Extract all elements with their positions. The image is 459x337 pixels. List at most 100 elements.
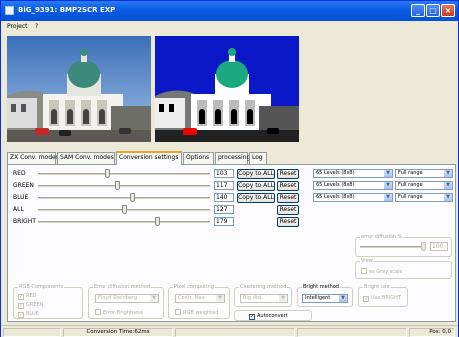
chevron-down-icon: ▼ [384,182,392,189]
green-levels-value: 65 Levels (8x8) [316,182,355,188]
grey-scale-checkbox[interactable]: as Grey scale [361,268,403,275]
blue-reset-button[interactable]: Reset [277,193,299,203]
green-value-field[interactable]: 117 [214,181,234,190]
status-panel-3 [175,328,295,337]
green-reset-button[interactable]: Reset [277,181,299,191]
original-image-preview [7,36,151,142]
maximize-button[interactable]: □ [426,4,440,17]
all-value-field[interactable]: 127 [214,205,234,214]
blue-value-field[interactable]: 140 [214,193,234,202]
checkmark-icon: ✓ [249,314,255,320]
view-group: View as Grey scale [355,258,452,279]
app-window: BiG_9391: BMP2SCR EXP _ □ × Project ? ZX… [0,0,459,337]
blue-range-select[interactable]: Full range ▼ [395,193,453,202]
blue-levels-value: 65 Levels (8x8) [316,194,355,200]
error-diffusion-method-group: Error diffusion method Floyd Steinberg ▼ … [88,284,164,319]
rgb-green-checkbox[interactable]: ✓ GREEN [18,302,43,309]
tab-log[interactable]: Log [249,152,267,164]
pixel-computing-select[interactable]: Contr. Max ▼ [175,294,225,303]
title-bar[interactable]: BiG_9391: BMP2SCR EXP _ □ × [1,1,458,21]
close-button[interactable]: × [441,4,455,17]
error-diffusion-percent-title: error diffusion % [360,234,404,240]
bright-method-select[interactable]: Intelligent ▼ [302,294,348,303]
red-reset-button[interactable]: Reset [277,169,299,179]
blue-range-value: Full range [398,194,423,200]
rgb-weighted-checkbox[interactable]: RGB weighted [175,309,218,316]
checkbox-box [361,268,367,274]
red-slider-label: RED [13,170,26,177]
green-slider[interactable] [38,181,210,191]
error-diffusion-slider[interactable] [360,242,426,252]
checkmark-icon: ✓ [363,296,369,302]
tab-processing[interactable]: processing [215,152,250,164]
red-value-field[interactable]: 103 [214,169,234,178]
menu-help[interactable]: ? [35,23,38,30]
status-panel-4 [297,328,407,337]
rgb-red-checkbox[interactable]: ✓ RED [18,293,36,300]
chevron-down-icon: ▼ [444,194,452,201]
rgb-weighted-label: RGB weighted [183,310,219,316]
red-range-value: Full range [398,170,423,176]
bright-slider[interactable] [38,217,210,227]
tab-zx-conv-modes[interactable]: ZX Conv. modes [7,152,59,164]
error-diffusion-percent-group: error diffusion % 100 [355,234,452,257]
slider-thumb[interactable] [115,181,120,190]
rgb-components-title: RGB Components [18,284,65,290]
chevron-down-icon: ▼ [384,170,392,177]
slider-track [38,173,210,175]
menu-project[interactable]: Project [7,23,28,30]
slider-thumb[interactable] [105,169,110,178]
green-range-select[interactable]: Full range ▼ [395,181,453,190]
error-diffusion-method-select[interactable]: Floyd Steinberg ▼ [95,294,159,303]
checkmark-icon: ✓ [18,294,24,300]
green-levels-select[interactable]: 65 Levels (8x8) ▼ [313,181,393,190]
use-bright-checkbox[interactable]: ✓ Use BRIGHT [363,295,401,302]
red-levels-select[interactable]: 65 Levels (8x8) ▼ [313,169,393,178]
menu-bar: Project ? [1,21,458,32]
rgb-blue-label: BLUE [26,311,39,317]
bright-reset-button[interactable]: Reset [277,217,299,227]
rgb-blue-checkbox[interactable]: ✓ BLUE [18,311,39,318]
bright-value-field[interactable]: 179 [214,217,234,226]
checkbox-box [95,309,101,315]
red-range-select[interactable]: Full range ▼ [395,169,453,178]
red-slider[interactable] [38,169,210,179]
autoconvert-label: Autoconvert [257,313,288,319]
autoconvert-group: ✓ Autoconvert [234,310,312,321]
bright-method-title: Bright method [302,284,341,290]
clustering-method-select[interactable]: Big dist. ▼ [240,294,288,303]
status-bar: Conversion Time:62ms Pos: 0,0 [1,325,458,337]
blue-copy-to-all-button[interactable]: Copy to ALL [237,193,275,203]
pixel-computing-group: Pixel computing Contr. Max ▼ RGB weighted [168,284,230,319]
rgb-components-group: RGB Components ✓ RED ✓ GREEN ✓ BLUE [13,284,83,319]
slider-thumb[interactable] [155,217,160,226]
slider-thumb[interactable] [122,205,127,214]
slider-track [360,246,426,248]
green-copy-to-all-button[interactable]: Copy to ALL [237,181,275,191]
blue-levels-select[interactable]: 65 Levels (8x8) ▼ [313,193,393,202]
red-copy-to-all-button[interactable]: Copy to ALL [237,169,275,179]
clustering-method-value: Big dist. [243,295,264,301]
tab-options[interactable]: Options [183,152,214,164]
slider-thumb[interactable] [421,242,426,251]
slider-track [38,185,210,187]
conversion-settings-panel: RED 103 Copy to ALL Reset GREEN 117 Copy to AL… [7,164,456,322]
converted-image-preview [155,36,299,142]
slider-thumb[interactable] [130,193,135,202]
tab-sam-conv-modes[interactable]: SAM Conv. modes [57,152,115,164]
green-slider-label: GREEN [13,182,34,189]
use-bright-label: Use BRIGHT [371,295,401,301]
error-brightness-checkbox[interactable]: Error Brightness [95,309,143,316]
error-diffusion-method-value: Floyd Steinberg [98,295,138,301]
all-reset-button[interactable]: Reset [277,205,299,215]
autoconvert-checkbox[interactable]: ✓ Autoconvert [249,313,288,320]
minimize-button[interactable]: _ [411,4,425,17]
tab-conversion-settings[interactable]: Conversion settings [116,151,182,165]
blue-slider[interactable] [38,193,210,203]
slider-track [38,221,210,223]
close-icon: × [444,6,452,15]
clustering-method-group: Clustering method Big dist. ▼ [234,284,292,307]
checkmark-icon: ✓ [18,303,24,309]
error-diffusion-value[interactable]: 100 [430,242,448,251]
all-slider[interactable] [38,205,210,215]
